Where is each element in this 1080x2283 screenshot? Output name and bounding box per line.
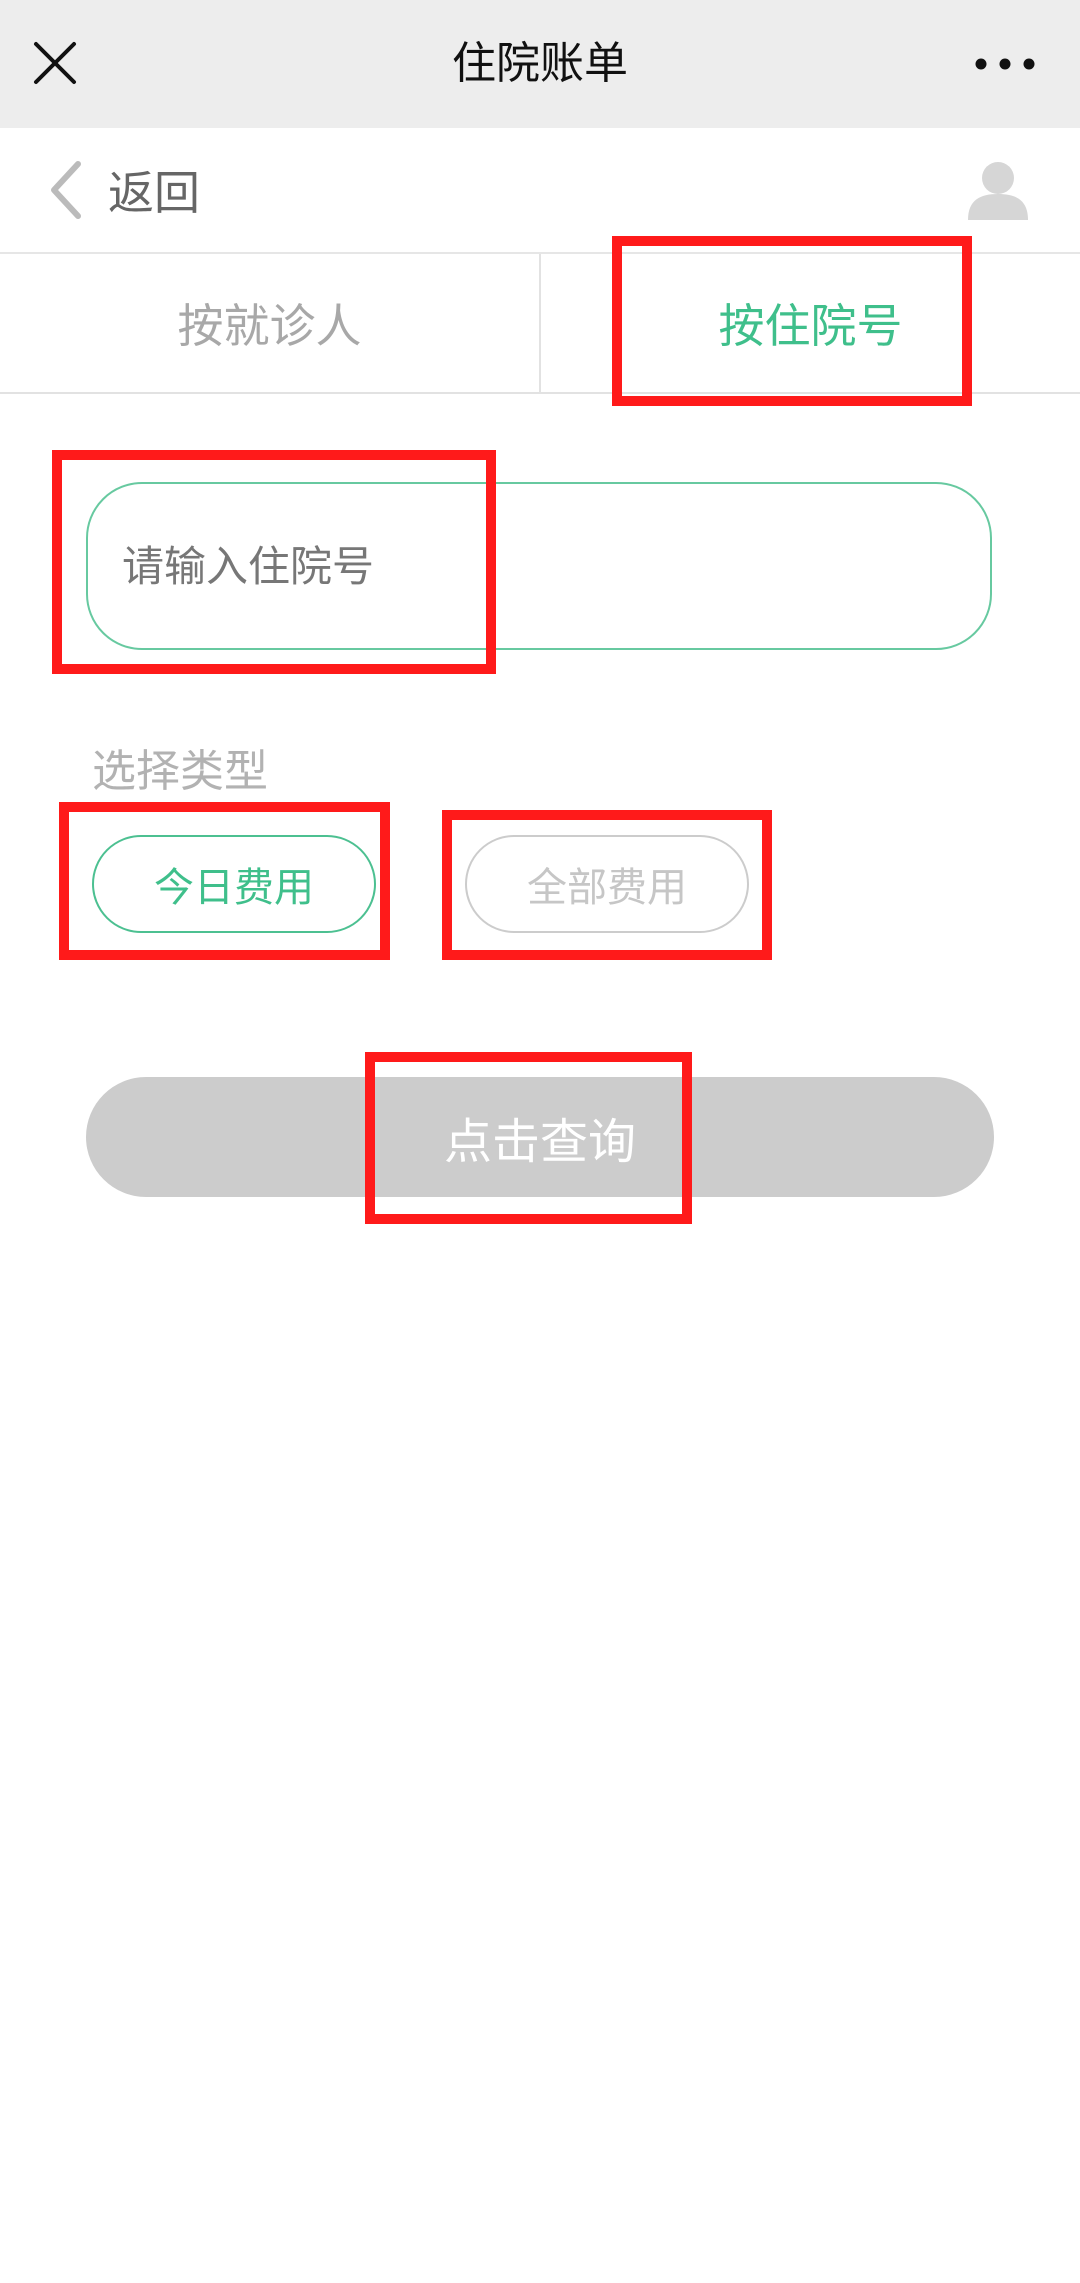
hospital-number-field [86,482,992,650]
type-option-today[interactable]: 今日费用 [92,835,376,933]
back-label: 返回 [108,166,200,220]
title-bar: 住院账单 [0,0,1080,128]
type-option-all[interactable]: 全部费用 [465,835,749,933]
type-label: 选择类型 [92,746,268,797]
query-button[interactable]: 点击查询 [86,1077,994,1197]
hospital-number-input[interactable] [88,484,990,648]
more-button[interactable] [965,36,1045,92]
page-title: 住院账单 [452,38,628,89]
tab-by-hospital-number[interactable]: 按住院号 [539,254,1080,392]
nav-bar: 返回 [0,128,1080,254]
user-button[interactable] [966,156,1030,220]
tab-by-patient[interactable]: 按就诊人 [0,254,539,392]
user-icon [968,162,1028,220]
close-button[interactable] [22,30,88,96]
close-icon [34,42,76,84]
back-button[interactable]: 返回 [40,148,200,232]
tab-bar: 按就诊人 按住院号 [0,254,1080,394]
chevron-left-icon [51,161,81,219]
more-icon [975,58,1035,70]
